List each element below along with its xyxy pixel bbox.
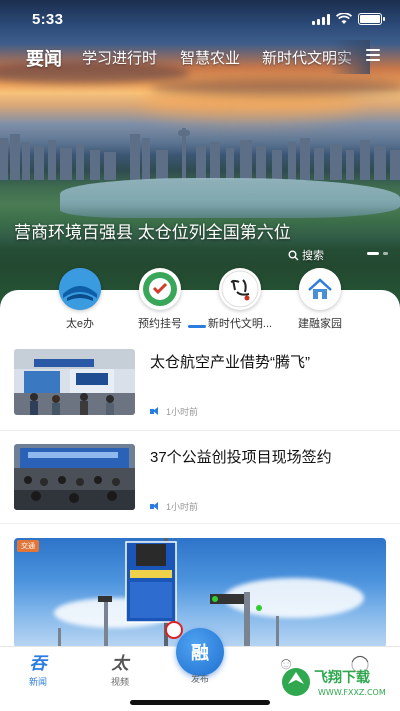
search-icon	[288, 250, 299, 260]
search-label: 搜索	[302, 250, 324, 262]
news-title: 太仓航空产业借势“腾飞”	[150, 354, 310, 371]
status-time: 5:33	[32, 11, 64, 28]
publish-icon: 融	[191, 643, 209, 663]
hero-banner[interactable]: 5:33 要闻 学习进行时 智慧农业 新时代文明实 营商环境百强县 太仓位列全国…	[0, 0, 400, 310]
speaker-icon[interactable]	[150, 502, 160, 511]
news-time: 1小时前	[166, 407, 199, 417]
nav-label: 新闻	[28, 677, 47, 687]
news-item[interactable]: 太仓航空产业借势“腾飞” 1小时前	[0, 349, 400, 431]
speaker-icon[interactable]	[150, 407, 160, 416]
appointment-icon	[139, 268, 181, 310]
nav-video[interactable]: 太 视频	[90, 653, 150, 688]
tab-study[interactable]: 学习进行时	[82, 47, 157, 68]
hero-headline[interactable]: 营商环境百强县 太仓位列全国第六位	[14, 218, 291, 243]
status-bar: 5:33	[0, 0, 400, 38]
tab-yaowen[interactable]: 要闻	[26, 45, 62, 71]
quick-access-page-indicator	[188, 325, 206, 328]
home-indicator	[130, 700, 270, 705]
civilization-icon	[219, 268, 261, 310]
news-meta: 1小时前	[150, 405, 198, 418]
publish-button[interactable]: 融	[176, 628, 224, 676]
nav-news[interactable]: 吞 新闻	[8, 653, 68, 688]
news-meta: 1小时前	[150, 500, 198, 513]
battery-icon	[358, 13, 385, 25]
signal-icon	[312, 13, 330, 25]
news-time: 1小时前	[166, 502, 199, 512]
quick-item-label: 建融家园	[298, 318, 342, 330]
cloud	[150, 78, 400, 96]
news-title: 37个公益创投项目现场签约	[150, 449, 332, 466]
nav-label: 视频	[110, 677, 129, 687]
tab-agriculture[interactable]: 智慧农业	[180, 47, 240, 68]
news-thumbnail	[14, 444, 135, 510]
menu-icon[interactable]	[366, 49, 380, 63]
quick-item-label: 太e办	[65, 318, 95, 330]
quick-item-taie[interactable]: 太e办	[40, 268, 120, 331]
quick-item-civilization[interactable]: 新时代文明...	[200, 268, 280, 331]
quick-item-label: 预约挂号	[138, 318, 182, 330]
news-thumbnail	[14, 349, 135, 415]
taie-icon	[59, 268, 101, 310]
carousel-dots	[367, 252, 388, 255]
tab-fade	[330, 40, 370, 74]
news-icon: 吞	[29, 654, 47, 673]
quick-item-home[interactable]: 建融家园	[280, 268, 360, 331]
quick-item-appointment[interactable]: 预约挂号	[120, 268, 200, 331]
search-link[interactable]: 搜索	[288, 247, 324, 263]
quick-item-label: 新时代文明...	[207, 318, 273, 330]
wifi-icon	[336, 13, 352, 24]
watermark-logo: 飞翔下载 WWW.FXXZ.COM	[278, 662, 396, 702]
publish-label: 发布	[190, 674, 209, 684]
svg-text:WWW.FXXZ.COM: WWW.FXXZ.COM	[318, 688, 386, 697]
video-icon: 太	[111, 654, 129, 673]
channel-tabs: 要闻 学习进行时 智慧农业 新时代文明实	[0, 40, 400, 74]
home-icon	[299, 268, 341, 310]
svg-text:飞翔下载: 飞翔下载	[314, 669, 370, 686]
city-skyline	[0, 128, 400, 180]
news-item[interactable]: 37个公益创投项目现场签约 1小时前	[0, 444, 400, 524]
